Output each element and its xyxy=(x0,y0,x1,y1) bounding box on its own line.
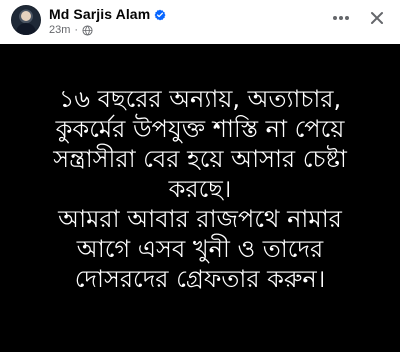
post-timestamp[interactable]: 23m xyxy=(49,24,70,36)
globe-icon[interactable] xyxy=(82,24,93,36)
close-button[interactable] xyxy=(365,8,389,28)
meta-separator: · xyxy=(74,24,79,36)
verified-badge-icon xyxy=(154,8,166,21)
author-name[interactable]: Md Sarjis Alam xyxy=(49,6,150,22)
post-text: ১৬ বছরের অন্যায়, অত্যাচার, কুকর্মের উপয… xyxy=(53,85,347,293)
post-header: Md Sarjis Alam 23m · xyxy=(0,0,400,42)
author-row: Md Sarjis Alam xyxy=(49,5,166,23)
post-meta: 23m · xyxy=(49,23,93,37)
author-avatar[interactable] xyxy=(11,5,41,35)
more-horizontal-icon xyxy=(333,16,349,20)
more-options-button[interactable] xyxy=(329,8,353,28)
facebook-post: Md Sarjis Alam 23m · ১৬ বছরের অন্যায়, অ… xyxy=(0,0,400,352)
close-icon xyxy=(371,12,383,24)
avatar-head-shape xyxy=(21,11,31,21)
post-content-box: ১৬ বছরের অন্যায়, অত্যাচার, কুকর্মের উপয… xyxy=(0,44,400,352)
avatar-body-shape xyxy=(16,23,36,35)
